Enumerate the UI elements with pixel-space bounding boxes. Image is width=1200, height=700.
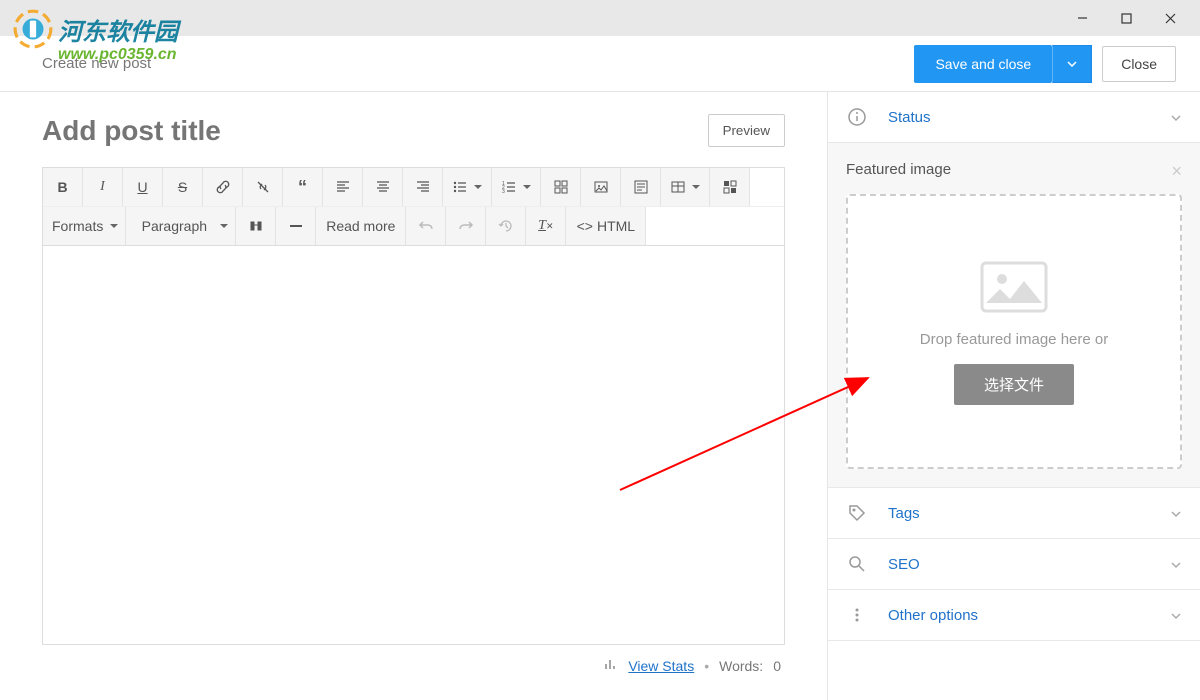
- window-close-icon[interactable]: [1148, 2, 1192, 34]
- minimize-icon[interactable]: [1060, 2, 1104, 34]
- words-count: 0: [773, 658, 781, 674]
- chevron-down-icon: [1170, 607, 1182, 623]
- binoculars-button[interactable]: [236, 207, 276, 245]
- link-button[interactable]: [203, 168, 243, 206]
- editor-pane: Preview B I U S “ 123: [0, 92, 828, 700]
- html-button[interactable]: <>HTML: [566, 207, 646, 245]
- save-and-close-button[interactable]: Save and close: [914, 45, 1052, 83]
- dots-icon: [846, 604, 868, 626]
- image-placeholder-icon: [978, 259, 1050, 315]
- words-label: Words:: [719, 658, 763, 674]
- tag-icon: [846, 502, 868, 524]
- post-title-input[interactable]: [42, 115, 708, 147]
- paragraph-select[interactable]: Paragraph: [126, 207, 236, 245]
- image-button[interactable]: [581, 168, 621, 206]
- featured-dropzone[interactable]: Drop featured image here or 选择文件: [846, 194, 1182, 469]
- other-label: Other options: [888, 607, 1170, 624]
- clear-format-button[interactable]: T✕: [526, 207, 566, 245]
- search-icon: [846, 553, 868, 575]
- close-button[interactable]: Close: [1102, 46, 1176, 82]
- table-button[interactable]: [661, 168, 710, 206]
- tags-panel[interactable]: Tags: [828, 488, 1200, 539]
- hr-button[interactable]: [276, 207, 316, 245]
- toggle-button[interactable]: [710, 168, 750, 206]
- featured-image-panel: Featured image × Drop featured image her…: [828, 143, 1200, 488]
- readmore-button[interactable]: Read more: [316, 207, 406, 245]
- align-left-button[interactable]: [323, 168, 363, 206]
- undo-button[interactable]: [406, 207, 446, 245]
- sidebar: Status Featured image × Drop featured im…: [828, 92, 1200, 700]
- top-toolbar: Create new post Save and close Close: [0, 36, 1200, 92]
- strikethrough-button[interactable]: S: [163, 168, 203, 206]
- separator: •: [704, 658, 709, 674]
- chevron-down-icon: [1170, 505, 1182, 521]
- module-button[interactable]: [541, 168, 581, 206]
- view-stats-link[interactable]: View Stats: [628, 658, 694, 674]
- seo-panel[interactable]: SEO: [828, 539, 1200, 590]
- save-dropdown-button[interactable]: [1052, 45, 1092, 83]
- preview-button[interactable]: Preview: [708, 114, 785, 147]
- italic-button[interactable]: I: [83, 168, 123, 206]
- editor-footer: View Stats • Words: 0: [42, 645, 785, 686]
- editor-toolbar: B I U S “ 123 Formats Paragraph: [42, 167, 785, 246]
- page-title: Create new post: [42, 55, 914, 72]
- redo-button[interactable]: [446, 207, 486, 245]
- chevron-down-icon: [1170, 556, 1182, 572]
- bullet-list-button[interactable]: [443, 168, 492, 206]
- article-button[interactable]: [621, 168, 661, 206]
- maximize-icon[interactable]: [1104, 2, 1148, 34]
- numbered-list-button[interactable]: 123: [492, 168, 541, 206]
- quote-button[interactable]: “: [283, 168, 323, 206]
- svg-text:3: 3: [502, 189, 505, 195]
- bold-button[interactable]: B: [43, 168, 83, 206]
- tags-label: Tags: [888, 505, 1170, 522]
- info-icon: [846, 106, 868, 128]
- select-file-button[interactable]: 选择文件: [954, 364, 1074, 405]
- other-options-panel[interactable]: Other options: [828, 590, 1200, 641]
- featured-title: Featured image: [846, 161, 1182, 178]
- content-editor[interactable]: [42, 246, 785, 645]
- history-button[interactable]: [486, 207, 526, 245]
- drop-text: Drop featured image here or: [920, 331, 1108, 348]
- status-label: Status: [888, 109, 1170, 126]
- status-panel[interactable]: Status: [828, 92, 1200, 143]
- formats-select[interactable]: Formats: [43, 207, 126, 245]
- seo-label: SEO: [888, 556, 1170, 573]
- align-center-button[interactable]: [363, 168, 403, 206]
- chevron-down-icon: [1170, 109, 1182, 125]
- unlink-button[interactable]: [243, 168, 283, 206]
- align-right-button[interactable]: [403, 168, 443, 206]
- stats-icon: [604, 657, 618, 674]
- close-icon[interactable]: ×: [1171, 161, 1182, 182]
- underline-button[interactable]: U: [123, 168, 163, 206]
- window-titlebar: [0, 0, 1200, 36]
